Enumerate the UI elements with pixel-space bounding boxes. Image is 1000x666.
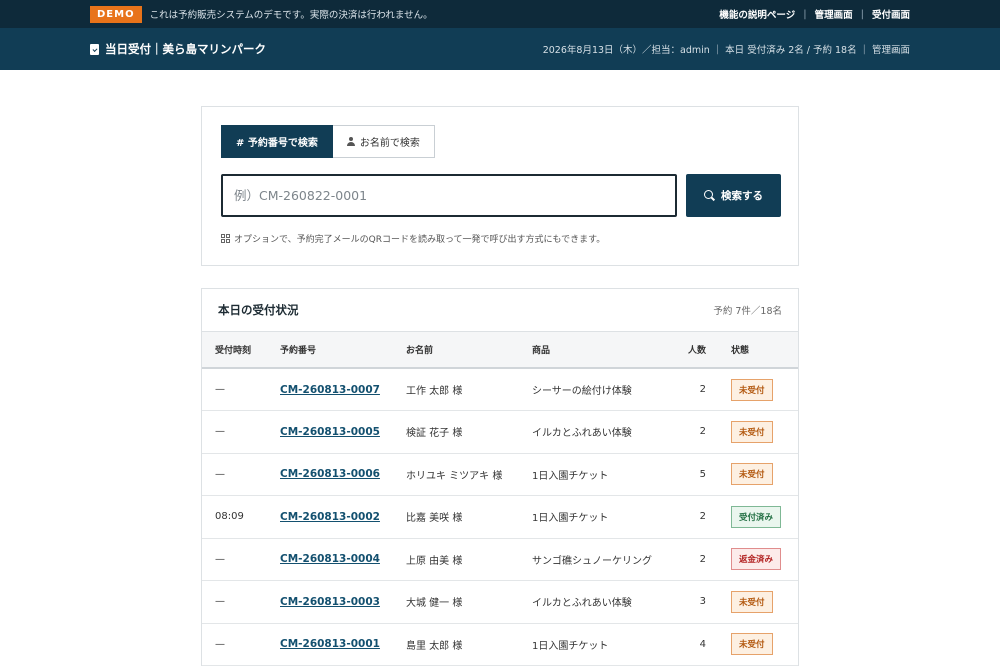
clipboard-icon <box>90 43 99 55</box>
status-title: 本日の受付状況 <box>218 303 299 317</box>
reservation-number-link[interactable]: CM-260813-0001 <box>280 638 380 650</box>
search-button[interactable]: 検索する <box>686 174 781 217</box>
cell-people: 4 <box>699 638 706 650</box>
table-row: — CM-260813-0003 大城 健一 様 イルカとふれあい体験 3 未受… <box>202 581 798 623</box>
status-badge: 未受付 <box>731 463 773 486</box>
table-row: — CM-260813-0006 ホリユキ ミツアキ 様 1日入園チケット 5 … <box>202 453 798 496</box>
page-title-text: 当日受付｜美ら島マリンパーク <box>105 42 266 56</box>
cell-people: 3 <box>699 596 706 608</box>
cell-name: 上原 由美 様 <box>406 555 463 567</box>
header-admin-link[interactable]: 管理画面 <box>872 42 910 56</box>
column-header-status: 状態 <box>731 346 750 356</box>
search-card: # 予約番号で検索 お名前で検索 検索する オプションで、予約完了メールのQRコ… <box>201 106 799 266</box>
table-row: — CM-260813-0001 島里 太郎 様 1日入園チケット 4 未受付 <box>202 623 798 666</box>
table-row: — CM-260813-0004 上原 由美 様 サンゴ礁シュノーケリング 2 … <box>202 538 798 581</box>
search-icon <box>704 190 715 201</box>
table-row: — CM-260813-0005 検証 花子 様 イルカとふれあい体験 2 未受… <box>202 411 798 453</box>
cell-time: 08:09 <box>215 511 244 523</box>
qr-code-icon <box>221 234 230 243</box>
cell-time: — <box>215 638 225 650</box>
status-badge: 未受付 <box>731 590 773 613</box>
cell-product: イルカとふれあい体験 <box>532 598 632 610</box>
cell-time: — <box>215 384 225 395</box>
table-row: — CM-260813-0007 工作 太郎 様 シーサーの絵付け体験 2 未受… <box>202 368 798 411</box>
reception-table: 受付時刻 予約番号 お名前 商品 人数 状態 — CM-260813-0007 … <box>202 332 798 666</box>
search-button-label: 検索する <box>721 190 763 202</box>
reservation-number-link[interactable]: CM-260813-0005 <box>280 426 380 438</box>
tab-search-by-name[interactable]: お名前で検索 <box>332 125 435 158</box>
cell-product: 1日入園チケット <box>532 513 609 525</box>
cell-people: 5 <box>699 468 706 480</box>
reservation-number-link[interactable]: CM-260813-0004 <box>280 553 380 565</box>
cell-name: 島里 太郎 様 <box>406 640 463 652</box>
divider: | <box>803 8 807 20</box>
status-badge: 未受付 <box>731 633 773 656</box>
cell-people: 2 <box>699 511 706 523</box>
column-header-name: お名前 <box>406 346 434 356</box>
today-summary: 本日 受付済み 2名 / 予約 18名 <box>725 45 857 56</box>
reservation-number-link[interactable]: CM-260813-0006 <box>280 468 380 480</box>
reservation-number-link[interactable]: CM-260813-0002 <box>280 511 380 523</box>
status-badge: 受付済み <box>731 505 782 528</box>
page-title: 当日受付｜美ら島マリンパーク <box>90 41 266 57</box>
person-icon <box>346 137 355 146</box>
qr-hint-text: オプションで、予約完了メールのQRコードを読み取って一発で呼び出す方式にもできま… <box>234 235 606 245</box>
table-header-row: 受付時刻 予約番号 お名前 商品 人数 状態 <box>202 332 798 368</box>
cell-name: 検証 花子 様 <box>406 428 463 440</box>
column-header-product: 商品 <box>532 346 551 356</box>
divider: | <box>862 43 866 55</box>
demo-message: これは予約販売システムのデモです。実際の決済は行われません。 <box>149 10 433 21</box>
column-header-number: 予約番号 <box>280 346 317 356</box>
divider: | <box>715 43 720 55</box>
app-header: 当日受付｜美ら島マリンパーク 2026年8月13日（木）／担当：admin | … <box>0 28 1000 70</box>
column-header-time: 受付時刻 <box>215 346 252 356</box>
cell-name: 比嘉 美咲 様 <box>406 513 463 525</box>
admin-link[interactable]: 管理画面 <box>815 7 853 21</box>
status-badge: 未受付 <box>731 378 773 401</box>
reservation-number-input[interactable] <box>221 174 677 217</box>
cell-name: ホリユキ ミツアキ 様 <box>406 470 503 482</box>
status-badge: 返金済み <box>731 548 782 571</box>
reception-link[interactable]: 受付画面 <box>872 7 910 21</box>
search-tabs: # 予約番号で検索 お名前で検索 <box>221 125 435 158</box>
reservation-number-link[interactable]: CM-260813-0003 <box>280 596 380 608</box>
tab-number-label: # 予約番号で検索 <box>236 138 318 149</box>
divider: | <box>860 8 864 20</box>
cell-time: — <box>215 426 225 438</box>
reservation-number-link[interactable]: CM-260813-0007 <box>280 384 380 396</box>
cell-time: — <box>215 596 225 608</box>
cell-name: 大城 健一 様 <box>406 598 463 610</box>
status-badge: 未受付 <box>731 420 773 443</box>
cell-people: 2 <box>699 553 706 565</box>
cell-people: 2 <box>699 426 706 438</box>
tab-search-by-number[interactable]: # 予約番号で検索 <box>221 125 333 158</box>
demo-bar: DEMO これは予約販売システムのデモです。実際の決済は行われません。 機能の説… <box>0 0 1000 28</box>
cell-people: 2 <box>699 384 706 395</box>
demo-badge: DEMO <box>90 5 142 23</box>
reservation-count: 予約 7件／18名 <box>713 306 782 317</box>
cell-product: シーサーの絵付け体験 <box>532 386 632 397</box>
cell-time: — <box>215 553 225 565</box>
tab-name-label: お名前で検索 <box>359 138 420 149</box>
cell-product: サンゴ礁シュノーケリング <box>532 555 652 567</box>
cell-name: 工作 太郎 様 <box>406 386 463 397</box>
cell-product: 1日入園チケット <box>532 470 609 482</box>
cell-product: 1日入園チケット <box>532 640 609 652</box>
table-row: 08:09 CM-260813-0002 比嘉 美咲 様 1日入園チケット 2 … <box>202 496 798 538</box>
qr-hint: オプションで、予約完了メールのQRコードを読み取って一発で呼び出す方式にもできま… <box>221 232 605 245</box>
column-header-people: 人数 <box>687 346 706 356</box>
date-staff: 2026年8月13日（木）／担当：admin <box>542 45 710 56</box>
cell-product: イルカとふれあい体験 <box>532 428 632 440</box>
feature-page-link[interactable]: 機能の説明ページ <box>719 7 795 21</box>
reception-status-card: 本日の受付状況 予約 7件／18名 受付時刻 予約番号 お名前 商品 人数 状態… <box>201 288 799 666</box>
cell-time: — <box>215 468 225 480</box>
